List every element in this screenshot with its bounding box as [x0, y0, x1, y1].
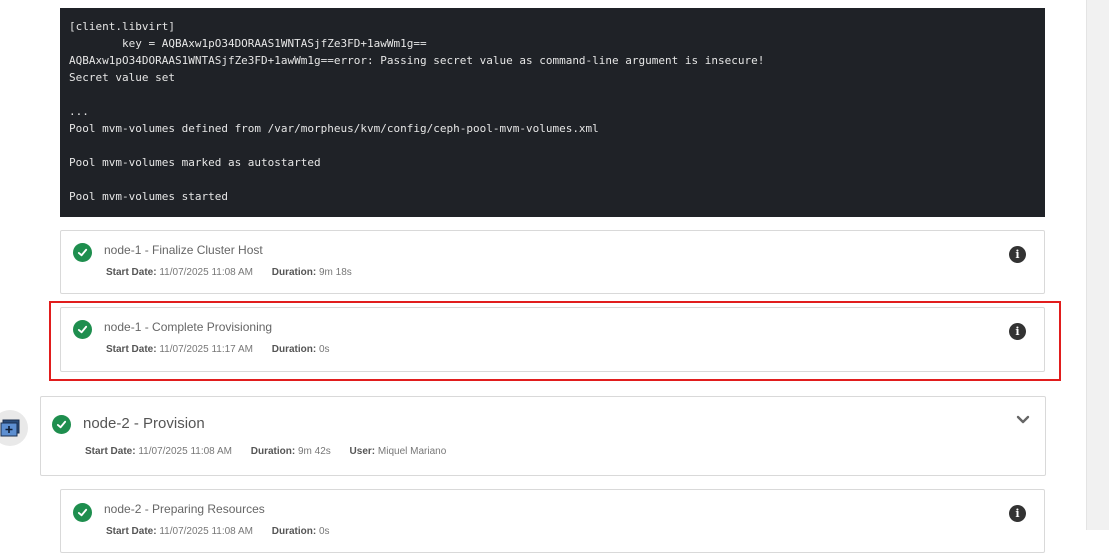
user-value: Miquel Mariano — [377, 446, 447, 457]
duration-value: 9m 42s — [297, 446, 331, 457]
start-date-label: Start Date: — [106, 526, 157, 537]
start-date-value: 11/07/2025 11:08 AM — [159, 526, 253, 537]
console-output: [client.libvirt] key = AQBAxw1pO34DORAAS… — [60, 8, 1045, 217]
task-card-preparing-resources[interactable]: node-2 - Preparing Resources Start Date:… — [60, 489, 1045, 553]
node-2-provision-card[interactable]: node-2 - Provision Start Date: 11/07/202… — [40, 396, 1046, 476]
duration-label: Duration: — [250, 446, 296, 457]
node-icon-wrap — [0, 410, 28, 446]
start-date-value: 11/07/2025 11:08 AM — [159, 267, 253, 278]
chevron-down-icon[interactable] — [1016, 415, 1030, 425]
console-line: Pool mvm-volumes marked as autostarted — [69, 156, 321, 169]
duration-value: 0s — [318, 526, 330, 537]
highlight-box — [49, 301, 1061, 381]
task-meta: Start Date: 11/07/2025 11:08 AM Duration… — [106, 526, 330, 537]
console-line: Secret value set — [69, 71, 175, 84]
task-meta: Start Date: 11/07/2025 11:08 AM Duration… — [106, 267, 352, 278]
node-2-provision-title: node-2 - Provision — [83, 415, 205, 432]
info-icon[interactable]: i — [1009, 246, 1026, 263]
task-title: node-2 - Preparing Resources — [104, 502, 265, 516]
console-line: [client.libvirt] — [69, 20, 175, 33]
start-date-label: Start Date: — [85, 446, 136, 457]
success-check-icon — [73, 243, 92, 262]
user-label: User: — [349, 446, 376, 457]
console-line: AQBAxw1pO34DORAAS1WNTASjfZe3FD+1awWm1g==… — [69, 54, 765, 67]
info-icon[interactable]: i — [1009, 505, 1026, 522]
start-date-label: Start Date: — [106, 267, 157, 278]
node-2-meta: Start Date: 11/07/2025 11:08 AM Duration… — [85, 446, 446, 457]
console-line: key = AQBAxw1pO34DORAAS1WNTASjfZe3FD+1aw… — [69, 37, 427, 50]
console-line: Pool mvm-volumes started — [69, 190, 228, 203]
duration-label: Duration: — [271, 526, 317, 537]
duration-value: 9m 18s — [318, 267, 352, 278]
duration-label: Duration: — [271, 267, 317, 278]
console-line: ... — [69, 105, 89, 118]
start-date-value: 11/07/2025 11:08 AM — [138, 446, 232, 457]
console-line: Pool mvm-volumes defined from /var/morph… — [69, 122, 599, 135]
server-add-icon — [0, 419, 20, 437]
success-check-icon — [52, 415, 71, 434]
task-title: node-1 - Finalize Cluster Host — [104, 243, 263, 257]
success-check-icon — [73, 503, 92, 522]
task-card-finalize-cluster-host[interactable]: node-1 - Finalize Cluster Host Start Dat… — [60, 230, 1045, 294]
scrollbar[interactable] — [1086, 0, 1109, 530]
